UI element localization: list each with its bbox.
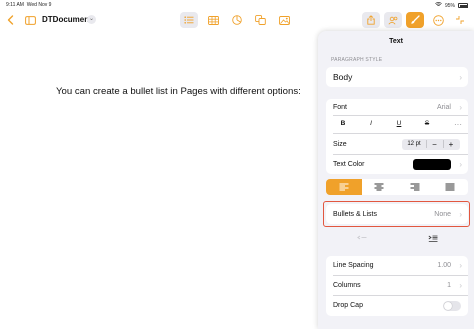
drop-cap-toggle[interactable]	[443, 300, 461, 311]
line-spacing-value: 1.00	[437, 262, 451, 269]
chevron-right-icon: ›	[459, 160, 462, 169]
chevron-left-icon[interactable]	[4, 12, 16, 28]
collapse-icon[interactable]	[452, 12, 468, 28]
font-card: Font Arial › B I U S ··· Size 12 pt − + …	[326, 99, 468, 174]
text-style-row: B I U S ···	[326, 116, 468, 133]
font-value: Arial	[436, 103, 451, 111]
underline-button[interactable]: U	[392, 120, 406, 130]
document-title[interactable]: DTDocument	[42, 15, 92, 24]
paragraph-style-label: PARAGRAPH STYLE	[331, 57, 383, 63]
shape-icon[interactable]	[252, 12, 268, 28]
highlight-box	[323, 201, 470, 227]
strikethrough-button[interactable]: S	[420, 120, 434, 130]
text-color-row[interactable]: Text Color ›	[326, 155, 468, 174]
battery-icon	[458, 3, 468, 8]
columns-label: Columns	[333, 282, 361, 289]
chart-icon[interactable]	[229, 12, 245, 28]
status-bar: 9:11 AM Wed Nov 9 95%	[0, 0, 474, 9]
paragraph-style-value: Body	[333, 72, 353, 82]
status-time: 9:11 AM Wed Nov 9	[6, 2, 52, 8]
justify-button[interactable]	[432, 179, 468, 195]
chevron-right-icon: ›	[459, 261, 462, 270]
outdent-icon[interactable]	[326, 232, 397, 246]
media-icon[interactable]	[276, 12, 292, 28]
indent-icon[interactable]	[397, 232, 468, 246]
indent-control	[326, 232, 468, 246]
size-value[interactable]: 12 pt	[402, 141, 426, 147]
paragraph-style-row[interactable]: Body ›	[326, 67, 468, 87]
spacing-card: Line Spacing 1.00 › Columns 1 › Drop Cap	[326, 256, 468, 316]
size-increase-button[interactable]: +	[443, 140, 459, 149]
align-right-button[interactable]	[397, 179, 433, 195]
size-label: Size	[333, 140, 347, 148]
size-stepper: 12 pt − +	[402, 138, 460, 150]
chevron-right-icon: ›	[459, 72, 462, 82]
columns-value: 1	[447, 282, 451, 289]
paintbrush-icon[interactable]	[406, 12, 424, 28]
text-color-label: Text Color	[333, 161, 365, 168]
drop-cap-row: Drop Cap	[326, 296, 468, 315]
alignment-control	[326, 179, 468, 195]
line-spacing-row[interactable]: Line Spacing 1.00 ›	[326, 256, 468, 275]
toolbar: DTDocument ⌄	[0, 9, 474, 31]
document-body-text[interactable]: You can create a bullet list in Pages wi…	[56, 86, 301, 97]
chevron-right-icon: ›	[459, 102, 462, 112]
wifi-icon	[435, 2, 442, 9]
collaborate-icon[interactable]	[384, 12, 402, 28]
size-row: Size 12 pt − +	[326, 134, 468, 154]
font-label: Font	[333, 103, 348, 111]
font-row[interactable]: Font Arial ›	[326, 99, 468, 115]
battery-percent: 95%	[444, 2, 455, 9]
align-center-button[interactable]	[361, 179, 397, 195]
more-icon[interactable]	[430, 12, 446, 28]
italic-button[interactable]: I	[364, 120, 378, 130]
sidebar-icon[interactable]	[24, 12, 36, 28]
align-left-button[interactable]	[326, 179, 362, 195]
popover-title: Text	[389, 38, 403, 45]
line-spacing-label: Line Spacing	[333, 262, 374, 269]
table-icon[interactable]	[205, 12, 221, 28]
size-decrease-button[interactable]: −	[427, 140, 443, 149]
share-icon[interactable]	[362, 12, 380, 28]
bold-button[interactable]: B	[336, 120, 350, 130]
format-popover: Text PARAGRAPH STYLE Body › Font Arial ›…	[318, 31, 474, 329]
list-icon[interactable]	[180, 12, 198, 28]
status-right: 95%	[435, 2, 468, 9]
chevron-down-icon[interactable]: ⌄	[87, 15, 96, 24]
more-styles-icon[interactable]: ···	[454, 120, 462, 129]
text-color-swatch[interactable]	[413, 159, 451, 170]
drop-cap-label: Drop Cap	[333, 302, 363, 309]
columns-row[interactable]: Columns 1 ›	[326, 276, 468, 295]
chevron-right-icon: ›	[459, 281, 462, 290]
